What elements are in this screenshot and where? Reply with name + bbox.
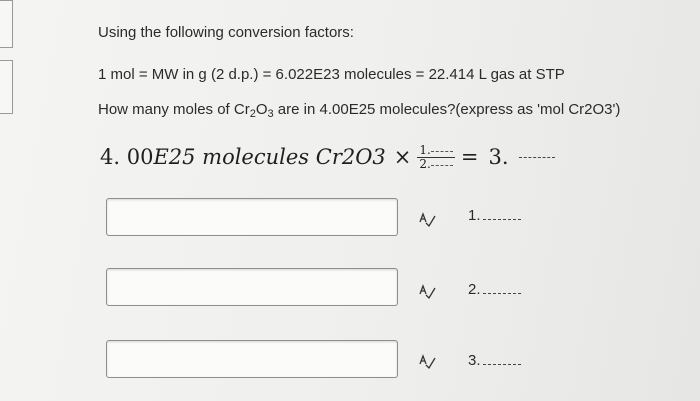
- equation-units: E25 molecules Cr2O3: [153, 145, 386, 169]
- times-sign: ×: [393, 145, 412, 169]
- prompt-after: are in 4.00E25 molecules?(express as 'mo…: [273, 101, 621, 118]
- answer-label-text: 2.: [468, 281, 481, 298]
- left-panel-tab: [0, 0, 13, 48]
- conversion-factors: 1 mol = MW in g (2 d.p.) = 6.022E23 mole…: [98, 66, 565, 83]
- equals-sign: =: [460, 145, 479, 169]
- answer-label-text: 1.: [468, 207, 481, 224]
- answer-input-3[interactable]: [106, 340, 398, 378]
- question-heading: Using the following conversion factors:: [98, 24, 354, 41]
- answer-label-2: 2.: [468, 281, 521, 298]
- formula-cr: Cr: [233, 101, 250, 118]
- spellcheck-icon[interactable]: [418, 282, 436, 300]
- denominator-blank: [430, 164, 453, 166]
- conversion-equation: 4. 00 E25 molecules Cr2O3 × 1. 2. = 3.: [100, 137, 555, 177]
- conversion-fraction: 1. 2.: [417, 142, 455, 171]
- answer-label-text: 3.: [468, 352, 481, 369]
- spellcheck-icon[interactable]: [418, 352, 436, 370]
- answer-label-blank: [482, 364, 521, 365]
- fraction-numerator: 1.: [417, 142, 455, 158]
- formula-o: O: [255, 101, 268, 118]
- fraction-denominator-text: 2.: [419, 156, 431, 171]
- fraction-denominator: 2.: [419, 156, 453, 171]
- equation-number: 4. 00: [100, 145, 154, 169]
- fraction-numerator-text: 1.: [419, 142, 431, 157]
- answer-label-blank: [482, 293, 521, 294]
- spellcheck-icon[interactable]: [418, 210, 436, 228]
- answer-input-2[interactable]: [106, 268, 398, 306]
- equation-result: 3.: [488, 145, 509, 169]
- answer-input-1[interactable]: [106, 198, 398, 236]
- answer-label-3: 3.: [468, 352, 521, 369]
- question-prompt: How many moles of Cr2O3 are in 4.00E25 m…: [98, 101, 620, 120]
- result-blank: [518, 156, 555, 158]
- prompt-before: How many moles of: [98, 101, 234, 118]
- numerator-blank: [430, 150, 453, 152]
- answer-label-blank: [482, 219, 521, 220]
- answer-label-1: 1.: [468, 207, 521, 224]
- left-panel-tab: [0, 60, 13, 114]
